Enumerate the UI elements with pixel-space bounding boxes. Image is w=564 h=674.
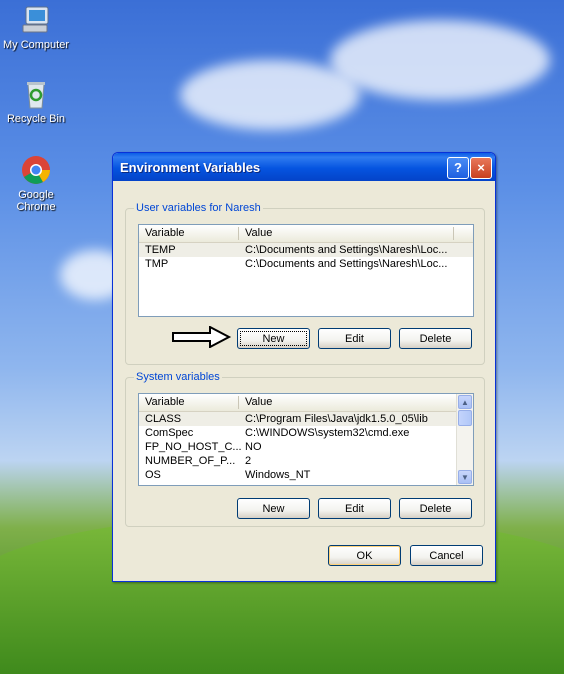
help-button[interactable]: ?	[447, 157, 469, 179]
system-variables-label: System variables	[134, 371, 222, 383]
table-row[interactable]: TEMP C:\Documents and Settings\Naresh\Lo…	[139, 243, 473, 257]
list-header: Variable Value	[139, 394, 457, 412]
table-row[interactable]: OS Windows_NT	[139, 468, 457, 482]
desktop-icon-label: My Computer	[2, 39, 70, 51]
system-variables-scrollbar[interactable]: ▲ ▼	[456, 394, 473, 485]
table-row[interactable]: NUMBER_OF_P... 2	[139, 454, 457, 468]
column-header-value[interactable]: Value	[245, 227, 272, 239]
computer-icon	[20, 4, 52, 36]
desktop-icon-label: Google Chrome	[16, 189, 56, 213]
user-variables-label: User variables for Naresh	[134, 202, 263, 214]
column-header-variable[interactable]: Variable	[145, 396, 185, 408]
table-row[interactable]: FP_NO_HOST_C... NO	[139, 440, 457, 454]
system-variables-group: System variables Variable Value CLASS C:…	[125, 371, 485, 527]
cancel-button[interactable]: Cancel	[410, 545, 483, 566]
column-header-value[interactable]: Value	[245, 396, 272, 408]
desktop-icon-label: Recycle Bin	[6, 113, 66, 125]
user-edit-button[interactable]: Edit	[318, 328, 391, 349]
table-row[interactable]: CLASS C:\Program Files\Java\jdk1.5.0_05\…	[139, 412, 457, 426]
system-edit-button[interactable]: Edit	[318, 498, 391, 519]
system-variables-list[interactable]: Variable Value CLASS C:\Program Files\Ja…	[138, 393, 474, 486]
column-header-variable[interactable]: Variable	[145, 227, 185, 239]
close-button[interactable]: ×	[470, 157, 492, 179]
table-row[interactable]: ComSpec C:\WINDOWS\system32\cmd.exe	[139, 426, 457, 440]
system-delete-button[interactable]: Delete	[399, 498, 472, 519]
recycle-bin-icon	[20, 78, 52, 110]
user-delete-button[interactable]: Delete	[399, 328, 472, 349]
dialog-title: Environment Variables	[120, 160, 261, 175]
title-bar[interactable]: Environment Variables ? ×	[113, 153, 495, 181]
arrow-right-icon	[172, 325, 232, 349]
ok-button[interactable]: OK	[328, 545, 401, 566]
list-header: Variable Value	[139, 225, 473, 243]
desktop-icon-my-computer[interactable]: My Computer	[0, 4, 72, 51]
scroll-thumb[interactable]	[458, 410, 472, 426]
chrome-icon	[20, 154, 52, 186]
scroll-down-icon[interactable]: ▼	[458, 470, 472, 484]
user-variables-list[interactable]: Variable Value TEMP C:\Documents and Set…	[138, 224, 474, 317]
environment-variables-dialog: Environment Variables ? × User variables…	[112, 152, 496, 582]
system-new-button[interactable]: New	[237, 498, 310, 519]
desktop-icon-recycle-bin[interactable]: Recycle Bin	[0, 78, 72, 125]
user-new-button[interactable]: New	[237, 328, 310, 349]
table-row[interactable]: TMP C:\Documents and Settings\Naresh\Loc…	[139, 257, 473, 271]
desktop-icon-google-chrome[interactable]: Google Chrome	[0, 154, 72, 213]
scroll-up-icon[interactable]: ▲	[458, 395, 472, 409]
